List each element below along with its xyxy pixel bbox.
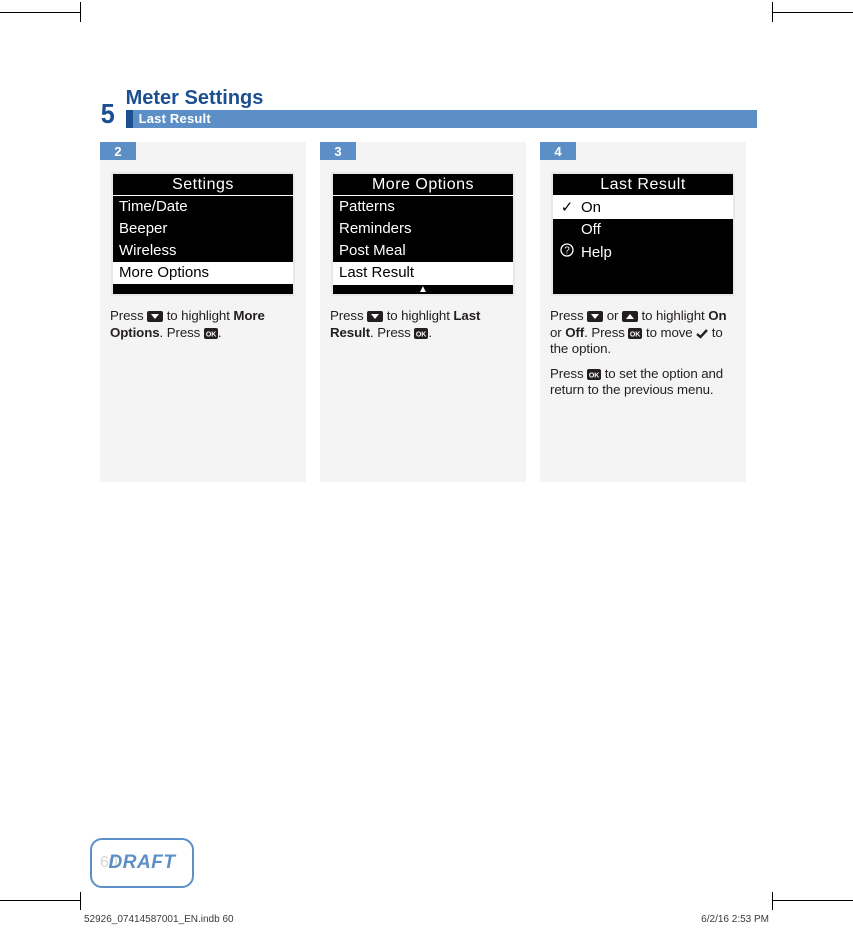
section-subtitle: Last Result bbox=[139, 111, 211, 126]
menu-item-selected: More Options bbox=[113, 262, 293, 284]
step-card: 2 Settings Time/Date Beeper Wireless Mor… bbox=[100, 142, 306, 482]
draft-label: DRAFT bbox=[109, 852, 176, 874]
ok-button-icon: OK bbox=[628, 328, 642, 339]
menu-item: Post Meal bbox=[333, 240, 513, 262]
screen-title: More Options bbox=[333, 174, 513, 196]
menu-item: Patterns bbox=[333, 196, 513, 218]
check-icon: ✓ bbox=[559, 198, 575, 216]
step-instruction: Press or to highlight On or Off. Press O… bbox=[550, 308, 736, 399]
checkmark-icon bbox=[696, 328, 708, 339]
step-card: 4 Last Result ✓On Off ?Help Press or to … bbox=[540, 142, 746, 482]
menu-item-selected: Last Result bbox=[333, 262, 513, 285]
meter-screen: Last Result ✓On Off ?Help bbox=[551, 172, 735, 296]
footer-timestamp: 6/2/16 2:53 PM bbox=[701, 914, 769, 925]
svg-text:?: ? bbox=[564, 246, 570, 257]
chapter-number: 5 bbox=[101, 100, 115, 128]
step-number: 4 bbox=[540, 142, 576, 160]
crop-mark-top bbox=[0, 12, 853, 15]
screen-title: Last Result bbox=[553, 174, 733, 196]
step-number: 3 bbox=[320, 142, 356, 160]
step-instruction: Press to highlight More Options. Press O… bbox=[110, 308, 296, 341]
ok-button-icon: OK bbox=[587, 369, 601, 380]
svg-text:OK: OK bbox=[416, 331, 426, 338]
svg-text:OK: OK bbox=[630, 331, 640, 338]
crop-mark-bottom bbox=[0, 900, 853, 903]
meter-screen: More Options Patterns Reminders Post Mea… bbox=[331, 172, 515, 296]
down-arrow-icon bbox=[147, 311, 163, 322]
meter-screen: Settings Time/Date Beeper Wireless More … bbox=[111, 172, 295, 296]
menu-item-selected: ✓On bbox=[553, 196, 733, 219]
draft-watermark: 60 DRAFT bbox=[90, 838, 194, 888]
menu-item: Off bbox=[553, 219, 733, 241]
menu-item: ?Help bbox=[553, 241, 733, 264]
down-arrow-icon bbox=[587, 311, 603, 322]
chapter-title: Meter Settings bbox=[126, 88, 750, 108]
svg-text:OK: OK bbox=[206, 331, 216, 338]
footer-filename: 52926_07414587001_EN.indb 60 bbox=[84, 914, 234, 925]
menu-item: Wireless bbox=[113, 240, 293, 262]
help-icon: ? bbox=[559, 243, 575, 261]
ok-button-icon: OK bbox=[204, 328, 218, 339]
screen-title: Settings bbox=[113, 174, 293, 196]
print-footer: 52926_07414587001_EN.indb 60 6/2/16 2:53… bbox=[84, 914, 769, 925]
ok-button-icon: OK bbox=[414, 328, 428, 339]
scroll-indicator-icon: ▲▼ bbox=[333, 285, 513, 296]
up-arrow-icon bbox=[622, 311, 638, 322]
menu-item: Time/Date bbox=[113, 196, 293, 218]
svg-text:OK: OK bbox=[589, 372, 599, 379]
step-number: 2 bbox=[100, 142, 136, 160]
menu-item: Beeper bbox=[113, 218, 293, 240]
step-card: 3 More Options Patterns Reminders Post M… bbox=[320, 142, 526, 482]
step-instruction: Press to highlight Last Result. Press OK… bbox=[330, 308, 516, 341]
down-arrow-icon bbox=[367, 311, 383, 322]
menu-item: Reminders bbox=[333, 218, 513, 240]
section-title-bar: Last Result bbox=[126, 110, 757, 128]
